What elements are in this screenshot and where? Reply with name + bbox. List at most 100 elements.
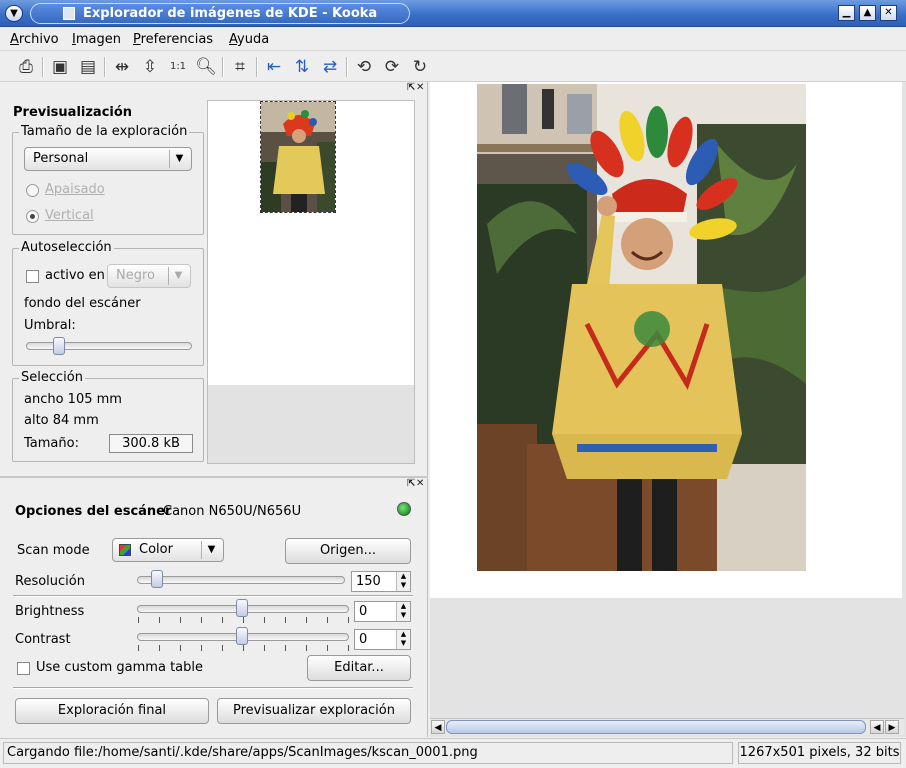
brightness-spinbox[interactable]: 0 ▲ ▼ <box>354 601 411 622</box>
rotate-180-icon[interactable]: ↻ <box>408 55 432 79</box>
preview-scan-button[interactable]: Previsualizar exploración <box>217 698 411 724</box>
toolbar-separator <box>42 57 44 77</box>
maximize-icon: ▲ <box>863 7 872 18</box>
title-bar: ▼ Explorador de imágenes de KDE - Kooka … <box>0 0 906 27</box>
undock-icon[interactable]: ⇱ <box>407 82 415 93</box>
separator <box>13 595 413 597</box>
resolution-slider-handle[interactable] <box>151 570 163 588</box>
scan-size-combo[interactable]: Personal ▼ <box>24 147 192 171</box>
menu-preferencias[interactable]: Preferencias <box>133 32 213 47</box>
scanned-photo-image <box>477 84 806 571</box>
spin-arrows-icon[interactable]: ▲ ▼ <box>396 602 410 621</box>
threshold-slider-handle[interactable] <box>53 337 65 355</box>
menu-ayuda[interactable]: Ayuda <box>229 32 269 47</box>
selection-group: Selección ancho 105 mm alto 84 mm Tamaño… <box>12 370 204 462</box>
fit-width-icon[interactable]: ⇹ <box>110 55 134 79</box>
mirror-both-icon[interactable]: ⇄ <box>318 55 342 79</box>
print-icon[interactable]: ⎙ <box>14 55 38 79</box>
fit-height-icon[interactable]: ⇳ <box>138 55 162 79</box>
spin-arrows-icon[interactable]: ▲ ▼ <box>396 630 410 649</box>
undock-icon[interactable]: ⇱ <box>407 478 415 489</box>
scanner-device-name: Canon N650U/N656U <box>163 504 302 519</box>
final-scan-button[interactable]: Exploración final <box>15 698 209 724</box>
close-button[interactable]: ✕ <box>880 5 897 21</box>
contrast-ticks <box>138 645 350 651</box>
minimize-icon: ▁ <box>842 7 851 18</box>
rotate-right-icon[interactable]: ⟳ <box>380 55 404 79</box>
spin-arrows-icon[interactable]: ▲ ▼ <box>396 572 410 591</box>
window-menu-button[interactable]: ▼ <box>5 5 23 22</box>
selection-width: ancho 105 mm <box>24 392 122 407</box>
load-to-gallery-icon[interactable]: ▣ <box>48 55 72 79</box>
resolution-spinbox[interactable]: 150 ▲ ▼ <box>351 571 411 592</box>
contrast-slider-handle[interactable] <box>236 627 248 645</box>
brightness-ticks <box>138 617 350 623</box>
preview-heading: Previsualización <box>13 105 133 120</box>
scan-mode-combo[interactable]: Color ▼ <box>112 538 224 562</box>
brightness-slider-handle[interactable] <box>236 599 248 617</box>
preview-thumbnail-image <box>261 102 335 212</box>
mirror-horizontal-icon[interactable]: ⇅ <box>290 55 314 79</box>
preview-thumbnail[interactable] <box>260 101 336 213</box>
menu-archivo[interactable]: Archivo <box>10 32 59 47</box>
mirror-vertical-icon[interactable]: ⇤ <box>262 55 286 79</box>
brightness-label: Brightness <box>15 604 85 619</box>
contrast-label: Contrast <box>15 632 71 647</box>
scan-mode-value: Color <box>139 542 173 557</box>
close-icon: ✕ <box>884 7 893 18</box>
scanner-options-panel: ⇱ ✕ Opciones del escáner Canon N650U/N65… <box>0 476 428 737</box>
autoselect-group: Autoselección activo en Negro ▼ fondo de… <box>12 240 204 366</box>
toolbar-separator <box>346 57 348 77</box>
chevron-down-icon: ▼ <box>10 8 18 19</box>
toolbar: ⎙ ▣ ▤ ⇹ ⇳ 1:1 🔍︎ ⌗ ⇤ ⇅ ⇄ ⟲ ⟳ ↻ <box>0 52 906 82</box>
dock-close-icon[interactable]: ✕ <box>416 82 424 93</box>
brightness-value: 0 <box>359 604 368 619</box>
window-caption[interactable]: Explorador de imágenes de KDE - Kooka <box>30 3 410 24</box>
threshold-slider[interactable] <box>26 342 192 350</box>
toolbar-separator <box>256 57 258 77</box>
background-value: Negro <box>116 268 155 283</box>
rotate-left-icon[interactable]: ⟲ <box>352 55 376 79</box>
scan-size-group: Tamaño de la exploración Personal ▼ Apai… <box>12 124 204 235</box>
custom-gamma-checkbox[interactable] <box>17 662 30 675</box>
maximize-button[interactable]: ▲ <box>859 5 876 21</box>
custom-gamma-label: Use custom gamma table <box>36 660 203 675</box>
scan-size-group-title: Tamaño de la exploración <box>19 124 190 139</box>
image-viewer[interactable]: ◀ ◀ ▶ <box>430 82 906 737</box>
toolbar-separator <box>222 57 224 77</box>
menu-imagen[interactable]: Imagen <box>72 32 121 47</box>
chevron-down-icon: ▼ <box>169 150 189 168</box>
autoselect-checkbox[interactable] <box>26 270 39 283</box>
background-label: fondo del escáner <box>24 296 141 311</box>
scroll-left-icon[interactable]: ◀ <box>870 720 884 734</box>
scrollbar-thumb[interactable] <box>446 720 866 734</box>
original-size-icon[interactable]: 1:1 <box>166 55 190 79</box>
selection-height: alto 84 mm <box>24 413 99 428</box>
minimize-button[interactable]: ▁ <box>838 5 855 21</box>
selection-size-label: Tamaño: <box>24 436 79 451</box>
scroll-left-icon[interactable]: ◀ <box>431 720 445 734</box>
horizontal-scrollbar[interactable]: ◀ ◀ ▶ <box>430 718 904 735</box>
zoom-icon[interactable]: 🔍︎ <box>194 55 218 79</box>
edit-gamma-button[interactable]: Editar... <box>307 655 411 681</box>
scanner-options-title: Opciones del escáner <box>15 504 172 519</box>
color-mode-icon <box>119 544 131 556</box>
scroll-right-icon[interactable]: ▶ <box>885 720 899 734</box>
scan-mode-label: Scan mode <box>17 543 90 558</box>
selection-size-value: 300.8 kB <box>109 434 193 453</box>
contrast-value: 0 <box>359 632 368 647</box>
dock-close-icon[interactable]: ✕ <box>416 478 424 489</box>
menu-bar: Archivo Imagen Preferencias Ayuda <box>0 27 906 51</box>
source-button[interactable]: Origen... <box>285 538 411 564</box>
resolution-slider[interactable] <box>137 576 345 584</box>
contrast-spinbox[interactable]: 0 ▲ ▼ <box>354 629 411 650</box>
preview-canvas[interactable] <box>207 100 415 464</box>
status-bar: Cargando file:/home/santi/.kde/share/app… <box>0 738 906 768</box>
scanned-photo[interactable] <box>477 84 806 571</box>
background-combo[interactable]: Negro ▼ <box>107 264 191 288</box>
crop-icon[interactable]: ⌗ <box>228 55 252 79</box>
landscape-radio[interactable] <box>26 184 39 197</box>
portrait-radio[interactable] <box>26 210 39 223</box>
autoselect-active-label: activo en <box>45 268 105 283</box>
save-to-gallery-icon[interactable]: ▤ <box>76 55 100 79</box>
